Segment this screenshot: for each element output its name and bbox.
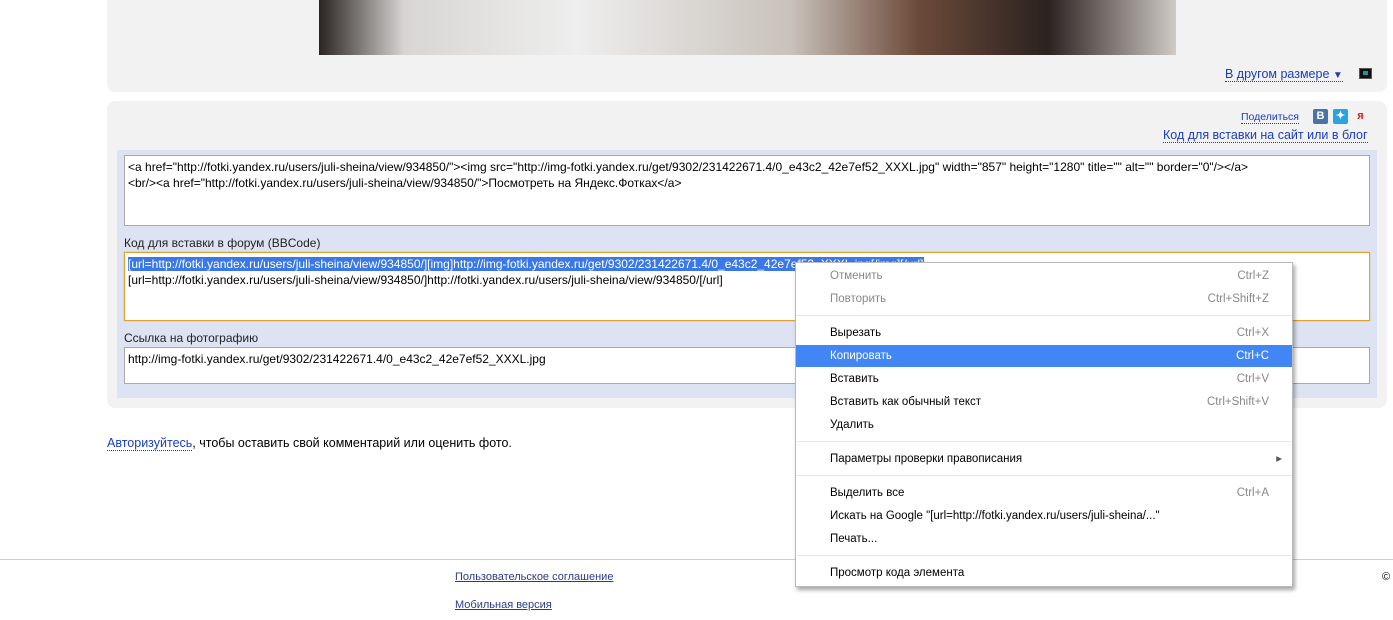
bbcode-line: [url=http://fotki.yandex.ru/users/juli-s…	[128, 273, 723, 287]
share-link[interactable]: Поделиться	[1241, 111, 1299, 124]
menu-item-search-google[interactable]: Искать на Google "[url=http://fotki.yand…	[796, 505, 1292, 527]
user-agreement-link[interactable]: Пользовательское соглашение	[455, 571, 613, 583]
submenu-arrow-icon: ▸	[1276, 453, 1282, 465]
menu-item-spellcheck[interactable]: Параметры проверки правописания ▸	[796, 448, 1292, 470]
other-size-link[interactable]: В другом размере ▼	[1225, 67, 1343, 82]
yaru-icon[interactable]: я	[1353, 109, 1368, 124]
menu-separator	[797, 475, 1291, 476]
menu-item-select-all[interactable]: Выделить все Ctrl+A	[796, 482, 1292, 504]
menu-item-undo[interactable]: Отменить Ctrl+Z	[796, 265, 1292, 287]
copyright: ©	[1382, 571, 1391, 583]
comment-prompt: Авторизуйтесь, чтобы оставить свой комме…	[107, 436, 512, 451]
embed-code-link[interactable]: Код для вставки на сайт или в блог	[1163, 128, 1368, 143]
monitor-icon[interactable]	[1359, 68, 1372, 79]
menu-separator	[797, 441, 1291, 442]
menu-item-redo[interactable]: Повторить Ctrl+Shift+Z	[796, 288, 1292, 310]
html-code-textarea[interactable]: <a href="http://fotki.yandex.ru/users/ju…	[124, 155, 1370, 226]
dropdown-arrow-icon: ▼	[1332, 70, 1343, 81]
menu-item-paste-plain[interactable]: Вставить как обычный текст Ctrl+Shift+V	[796, 391, 1292, 413]
context-menu: Отменить Ctrl+Z Повторить Ctrl+Shift+Z Выр…	[795, 262, 1293, 587]
vk-icon[interactable]: B	[1313, 109, 1328, 124]
mobile-version-link[interactable]: Мобильная версия	[455, 599, 552, 611]
menu-separator	[797, 555, 1291, 556]
photo-link-label: Ссылка на фотографию	[124, 331, 259, 345]
menu-item-print[interactable]: Печать...	[796, 528, 1292, 550]
menu-item-copy[interactable]: Копировать Ctrl+C	[796, 345, 1292, 367]
comment-prompt-text: , чтобы оставить свой комментарий или оц…	[192, 436, 512, 450]
menu-item-paste[interactable]: Вставить Ctrl+V	[796, 368, 1292, 390]
bbcode-label: Код для вставки в форум (BBCode)	[124, 236, 321, 250]
menu-item-inspect[interactable]: Просмотр кода элемента	[796, 562, 1292, 584]
login-link[interactable]: Авторизуйтесь	[107, 436, 193, 451]
menu-item-delete[interactable]: Удалить	[796, 414, 1292, 436]
menu-separator	[797, 315, 1291, 316]
photo[interactable]	[319, 0, 1176, 55]
menu-item-cut[interactable]: Вырезать Ctrl+X	[796, 322, 1292, 344]
twitter-icon[interactable]: ✦	[1333, 109, 1348, 124]
